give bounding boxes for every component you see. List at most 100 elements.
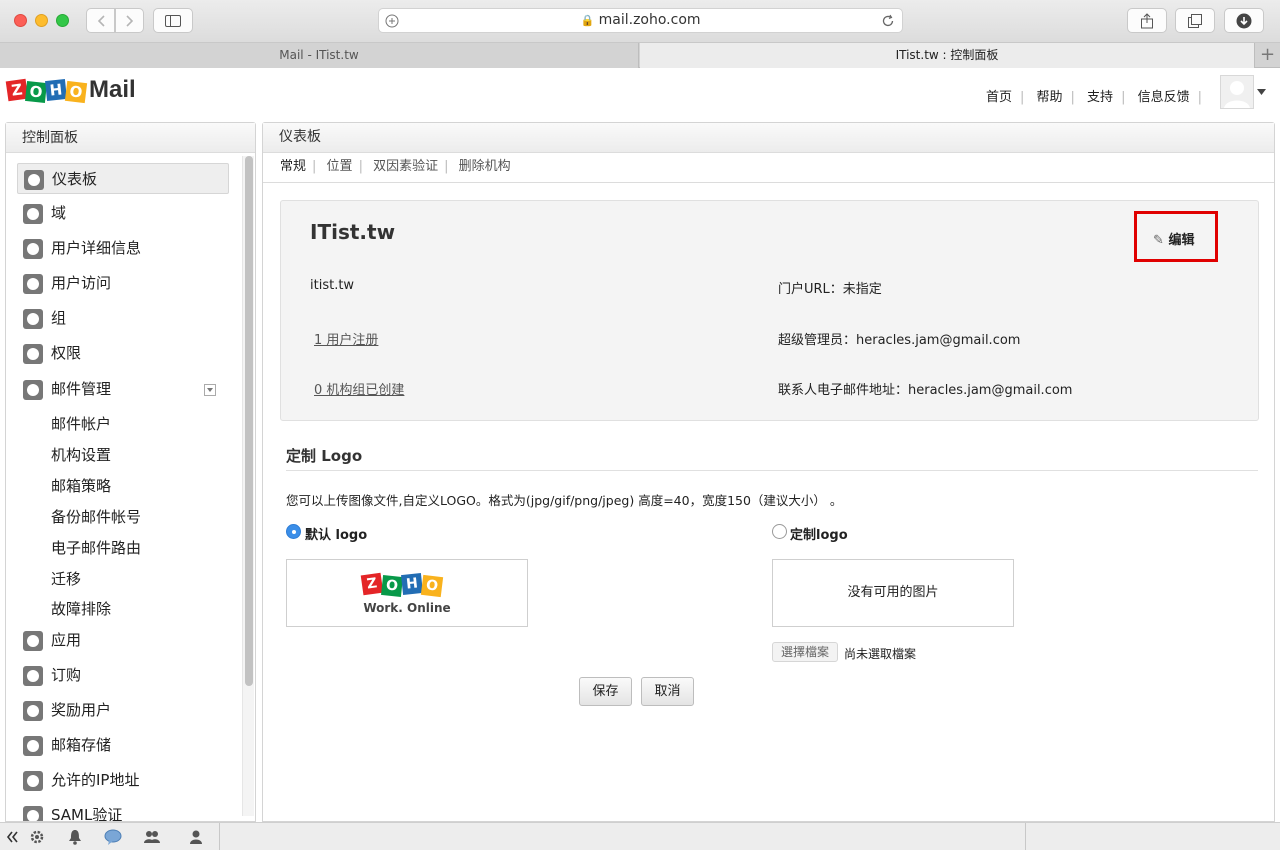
back-button[interactable] [86, 8, 115, 33]
sidebar-subitem-mail-accounts[interactable]: 邮件帐户 [51, 413, 111, 434]
sidebar-toggle-button[interactable] [153, 8, 193, 33]
link-feedback[interactable]: 信息反馈 [1138, 90, 1190, 105]
download-icon [1236, 13, 1252, 28]
share-button[interactable] [1127, 8, 1167, 33]
storage-icon [23, 736, 43, 756]
tabs-overview-button[interactable] [1175, 8, 1215, 33]
sidebar-item-dashboard[interactable]: 仪表板 [17, 163, 229, 194]
custom-logo-preview: 没有可用的图片 [772, 559, 1014, 627]
sidebar-item-label: 允许的IP地址 [51, 771, 140, 789]
default-logo-radio[interactable] [286, 524, 301, 539]
logo-tagline: Work. Online [363, 601, 451, 615]
cancel-button[interactable]: 取消 [641, 677, 694, 706]
sidebar-item-saml[interactable]: SAML验证 [17, 800, 229, 821]
sidebar-subitem-troubleshoot[interactable]: 故障排除 [51, 598, 111, 619]
sidebar-item-label: 邮件管理 [51, 380, 112, 398]
tab-location[interactable]: 位置 [327, 159, 353, 174]
share-icon [1141, 12, 1153, 28]
contact-email: 联系人电子邮件地址：heracles.jam@gmail.com [778, 383, 1073, 398]
app-header: Z O H O Mail 首页 | 帮助 | 支持 | 信息反馈 | [0, 68, 1280, 122]
separator: | [358, 159, 363, 174]
subtab-bar: 常规 | 位置 | 双因素验证 | 删除机构 [263, 153, 1274, 183]
sidebar-subitem-backup[interactable]: 备份邮件帐号 [51, 506, 141, 527]
downloads-button[interactable] [1224, 8, 1264, 33]
sidebar-item-mail-admin[interactable]: 邮件管理 [17, 374, 229, 405]
user-icon[interactable] [187, 828, 205, 846]
org-info-card: ITist.tw ✎ 编辑 itist.tw 门户URL：未指定 1 用户注册 … [280, 200, 1259, 421]
expand-toggle-icon[interactable] [204, 384, 216, 396]
sidebar-subitem-org-settings[interactable]: 机构设置 [51, 444, 111, 465]
sidebar-icon [165, 14, 181, 27]
tab-delete-org[interactable]: 删除机构 [459, 159, 511, 174]
tab-general[interactable]: 常规 [280, 159, 306, 174]
sidebar-item-apps[interactable]: 应用 [17, 625, 229, 656]
edit-button[interactable]: ✎ 编辑 [1153, 229, 1194, 248]
sidebar-subitem-mailbox-policy[interactable]: 邮箱策略 [51, 475, 111, 496]
no-image-text: 没有可用的图片 [847, 585, 939, 600]
sidebar-item-user-details[interactable]: 用户详细信息 [17, 233, 229, 264]
tab-control-panel[interactable]: ITist.tw : 控制面板 [640, 43, 1254, 68]
sidebar-item-subscription[interactable]: 订购 [17, 660, 229, 691]
users-registered-link[interactable]: 1 用户注册 [314, 329, 378, 348]
chat-icon[interactable] [104, 828, 122, 846]
minimize-window-button[interactable] [35, 14, 48, 27]
sidebar-item-label: 用户访问 [51, 274, 112, 292]
sidebar-scrollbar[interactable] [242, 156, 254, 816]
settings-gear-icon[interactable] [28, 828, 46, 846]
add-bookmark-icon[interactable] [385, 14, 399, 28]
sidebar-item-groups[interactable]: 组 [17, 303, 229, 334]
sidebar-item-reward-users[interactable]: 奖励用户 [17, 695, 229, 726]
link-help[interactable]: 帮助 [1037, 90, 1063, 105]
tab-two-factor[interactable]: 双因素验证 [373, 159, 438, 174]
caret-down-icon[interactable] [1257, 89, 1266, 95]
bell-icon[interactable] [66, 828, 84, 846]
collapse-double-chevron-icon[interactable] [3, 828, 21, 846]
link-home[interactable]: 首页 [986, 90, 1012, 105]
sidebar-item-label: 邮箱存储 [51, 736, 112, 754]
logo-letter-o1: O [381, 575, 403, 597]
separator: | [1197, 90, 1202, 105]
sidebar-item-user-access[interactable]: 用户访问 [17, 268, 229, 299]
main-panel: 仪表板 常规 | 位置 | 双因素验证 | 删除机构 ITist.tw ✎ 编辑 it… [262, 122, 1275, 822]
sidebar-title: 控制面板 [6, 123, 255, 153]
edit-label: 编辑 [1168, 233, 1195, 248]
forward-button[interactable] [115, 8, 144, 33]
edit-highlight: ✎ 编辑 [1134, 211, 1218, 262]
tabs-icon [1188, 13, 1202, 28]
sidebar-item-label: SAML验证 [51, 806, 123, 821]
logo-letter-h: H [401, 573, 423, 595]
zoho-mail-logo[interactable]: Z O H O Mail [5, 76, 147, 106]
choose-file-button[interactable]: 選擇檔案 [772, 642, 838, 662]
groups-created-link[interactable]: 0 机构组已创建 [314, 379, 404, 398]
separator: | [1121, 90, 1126, 105]
scrollbar-thumb[interactable] [245, 156, 253, 686]
reload-icon[interactable] [881, 14, 895, 28]
sidebar-item-permissions[interactable]: 权限 [17, 338, 229, 369]
default-logo-label: 默认 logo [305, 528, 368, 543]
sidebar-item-label: 用户详细信息 [51, 239, 142, 257]
portal-url: 门户URL：未指定 [778, 282, 882, 297]
lock-icon: 🔒 [580, 14, 595, 27]
tab-mail[interactable]: Mail - ITist.tw [0, 43, 639, 68]
bottom-bar [0, 822, 1280, 850]
link-support[interactable]: 支持 [1087, 90, 1113, 105]
new-tab-button[interactable]: + [1254, 43, 1280, 68]
super-admin: 超级管理员：heracles.jam@gmail.com [778, 333, 1021, 348]
logo-letter-h: H [45, 79, 67, 101]
custom-logo-radio[interactable] [772, 524, 787, 539]
sidebar-subitem-mail-routing[interactable]: 电子邮件路由 [51, 537, 141, 558]
separator: | [1019, 90, 1025, 105]
app-icon [23, 631, 43, 651]
contacts-icon[interactable] [143, 828, 161, 846]
close-window-button[interactable] [14, 14, 27, 27]
sidebar-subitem-migration[interactable]: 迁移 [51, 568, 81, 589]
sidebar-item-mailbox-storage[interactable]: 邮箱存储 [17, 730, 229, 761]
sidebar-item-label: 域 [51, 204, 67, 222]
avatar[interactable] [1220, 75, 1254, 109]
zoho-logo-image: Z O H O [360, 572, 452, 600]
zoom-window-button[interactable] [56, 14, 69, 27]
sidebar-item-domain[interactable]: 域 [17, 198, 229, 229]
address-bar[interactable]: 🔒 mail.zoho.com [378, 8, 903, 33]
save-button[interactable]: 保存 [579, 677, 632, 706]
sidebar-item-allowed-ip[interactable]: 允许的IP地址 [17, 765, 229, 796]
